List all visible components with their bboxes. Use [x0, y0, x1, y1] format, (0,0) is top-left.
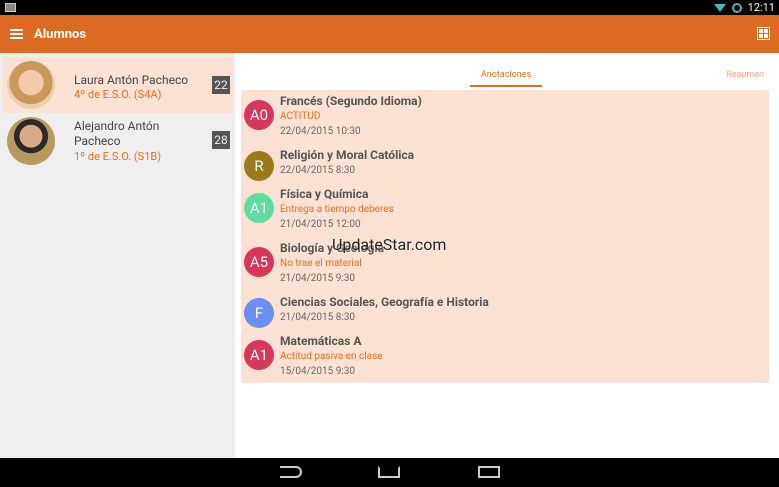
student-item[interactable]: Alejandro Antón Pacheco 1º de E.S.O. (S1…: [2, 113, 233, 169]
sync-icon: [731, 2, 742, 13]
clock: 12:11: [747, 1, 775, 14]
subject-name: Francés (Segundo Idioma): [280, 94, 422, 108]
page-title: Alumnos: [34, 27, 87, 42]
student-name: Alejandro Antón Pacheco: [74, 119, 160, 148]
student-list: Laura Antón Pacheco 4º de E.S.O. (S4A) 2…: [0, 53, 235, 458]
annotation-date: 21/04/2015 12:00: [280, 219, 361, 230]
annotation-date: 21/04/2015 8:30: [280, 312, 355, 323]
avatar: [7, 61, 55, 109]
subject-name: Física y Química: [280, 187, 369, 201]
annotation-list: A0 Francés (Segundo Idioma) ACTITUD 22/0…: [241, 90, 769, 383]
image-notification-icon: [5, 3, 16, 12]
subject-name: Ciencias Sociales, Geografía e Historia: [280, 295, 489, 309]
recents-icon[interactable]: [478, 466, 500, 478]
annotation-note: Actitud pasiva en clase: [280, 351, 383, 362]
annotation-note: Entrega a tiempo deberes: [280, 204, 394, 215]
student-item[interactable]: Laura Antón Pacheco 4º de E.S.O. (S4A) 2…: [2, 57, 233, 113]
count-badge: 28: [212, 131, 230, 149]
student-name: Laura Antón Pacheco: [74, 73, 189, 87]
home-icon[interactable]: [378, 466, 400, 478]
student-group: 1º de E.S.O. (S1B): [74, 150, 162, 163]
subject-badge: A5: [244, 247, 274, 277]
tab-anotaciones[interactable]: Anotaciones: [470, 70, 542, 87]
annotation-date: 22/04/2015 10:30: [280, 126, 361, 137]
count-badge: 22: [212, 76, 230, 94]
detail-pane: Anotaciones Resumen A0 Francés (Segundo …: [235, 53, 779, 458]
subject-badge: A1: [244, 340, 274, 370]
menu-icon[interactable]: [10, 29, 23, 39]
subject-name: Matemáticas A: [280, 334, 362, 348]
annotation-note: No trae el material: [280, 258, 362, 269]
watermark: UpdateStar.com: [332, 235, 447, 254]
annotation-note: ACTITUD: [280, 111, 321, 122]
grid-view-icon[interactable]: [757, 27, 770, 40]
navigation-bar: [0, 458, 779, 487]
app-bar: Alumnos: [0, 15, 779, 53]
subject-badge: A0: [244, 100, 274, 130]
subject-badge: A1: [244, 193, 274, 223]
tab-resumen[interactable]: Resumen: [726, 70, 764, 80]
subject-badge: F: [244, 298, 274, 328]
back-icon[interactable]: [280, 466, 302, 478]
status-bar: 12:11: [0, 0, 779, 15]
wifi-icon: [713, 3, 726, 12]
annotation-date: 22/04/2015 8:30: [280, 165, 355, 176]
avatar: [7, 117, 55, 165]
annotation-date: 21/04/2015 9:30: [280, 273, 355, 284]
student-group: 4º de E.S.O. (S4A): [74, 88, 162, 101]
annotation-date: 15/04/2015 9:30: [280, 366, 355, 377]
subject-name: Religión y Moral Católica: [280, 148, 415, 162]
subject-badge: R: [244, 151, 274, 181]
